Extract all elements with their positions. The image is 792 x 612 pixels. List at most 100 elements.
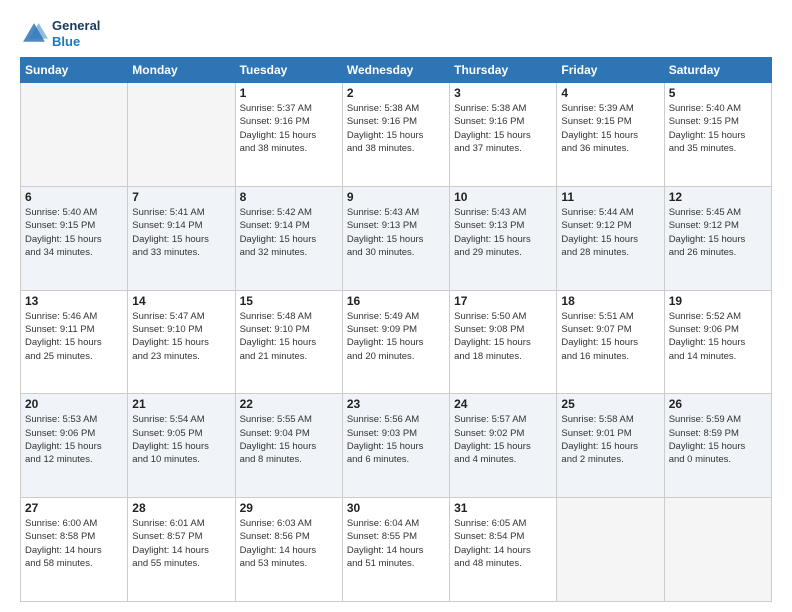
day-number: 6 (25, 190, 123, 204)
sunset-text: Sunset: 9:04 PM (240, 427, 338, 440)
sunset-text: Sunset: 9:14 PM (240, 219, 338, 232)
daylight-hours-text: Daylight: 15 hours (132, 440, 230, 453)
day-number: 11 (561, 190, 659, 204)
calendar-cell: 11Sunrise: 5:44 AMSunset: 9:12 PMDayligh… (557, 186, 664, 290)
sunset-text: Sunset: 9:08 PM (454, 323, 552, 336)
day-number: 26 (669, 397, 767, 411)
daylight-hours-text: Daylight: 15 hours (454, 129, 552, 142)
sunrise-text: Sunrise: 6:04 AM (347, 517, 445, 530)
daylight-minutes-text: and 0 minutes. (669, 453, 767, 466)
page: General Blue SundayMondayTuesdayWednesda… (0, 0, 792, 612)
day-number: 10 (454, 190, 552, 204)
sunrise-text: Sunrise: 5:55 AM (240, 413, 338, 426)
daylight-minutes-text: and 12 minutes. (25, 453, 123, 466)
sunset-text: Sunset: 9:01 PM (561, 427, 659, 440)
sunrise-text: Sunrise: 5:37 AM (240, 102, 338, 115)
sunset-text: Sunset: 9:15 PM (669, 115, 767, 128)
sunset-text: Sunset: 9:05 PM (132, 427, 230, 440)
daylight-minutes-text: and 53 minutes. (240, 557, 338, 570)
sunset-text: Sunset: 9:13 PM (347, 219, 445, 232)
day-number: 24 (454, 397, 552, 411)
sunset-text: Sunset: 8:59 PM (669, 427, 767, 440)
calendar-cell: 10Sunrise: 5:43 AMSunset: 9:13 PMDayligh… (450, 186, 557, 290)
day-number: 7 (132, 190, 230, 204)
day-number: 31 (454, 501, 552, 515)
calendar-cell: 8Sunrise: 5:42 AMSunset: 9:14 PMDaylight… (235, 186, 342, 290)
daylight-hours-text: Daylight: 14 hours (347, 544, 445, 557)
sunrise-text: Sunrise: 6:05 AM (454, 517, 552, 530)
logo-icon (20, 20, 48, 48)
sunrise-text: Sunrise: 5:54 AM (132, 413, 230, 426)
weekday-wednesday: Wednesday (342, 58, 449, 83)
daylight-hours-text: Daylight: 15 hours (25, 336, 123, 349)
sunrise-text: Sunrise: 5:38 AM (347, 102, 445, 115)
daylight-hours-text: Daylight: 15 hours (669, 129, 767, 142)
daylight-minutes-text: and 38 minutes. (240, 142, 338, 155)
day-number: 2 (347, 86, 445, 100)
daylight-hours-text: Daylight: 15 hours (240, 129, 338, 142)
sunrise-text: Sunrise: 5:58 AM (561, 413, 659, 426)
daylight-hours-text: Daylight: 15 hours (561, 440, 659, 453)
daylight-hours-text: Daylight: 15 hours (669, 233, 767, 246)
sunset-text: Sunset: 9:11 PM (25, 323, 123, 336)
sunrise-text: Sunrise: 5:57 AM (454, 413, 552, 426)
daylight-hours-text: Daylight: 15 hours (25, 440, 123, 453)
daylight-minutes-text: and 21 minutes. (240, 350, 338, 363)
daylight-hours-text: Daylight: 15 hours (347, 129, 445, 142)
calendar-cell: 22 Sunrise: 5:55 AMSunset: 9:04 PMDayligh… (235, 394, 342, 498)
calendar-cell: 13Sunrise: 5:46 AMSunset: 9:11 PMDayligh… (21, 290, 128, 394)
calendar-cell (557, 498, 664, 602)
sunrise-text: Sunrise: 5:43 AM (454, 206, 552, 219)
daylight-hours-text: Daylight: 15 hours (240, 233, 338, 246)
calendar-week-row: 20Sunrise: 5:53 AMSunset: 9:06 PMDayligh… (21, 394, 772, 498)
daylight-hours-text: Daylight: 15 hours (240, 336, 338, 349)
day-number: 22 (240, 397, 338, 411)
day-number: 20 (25, 397, 123, 411)
daylight-minutes-text: and 36 minutes. (561, 142, 659, 155)
sunrise-text: Sunrise: 5:59 AM (669, 413, 767, 426)
sunrise-text: Sunrise: 5:40 AM (25, 206, 123, 219)
daylight-hours-text: Daylight: 15 hours (347, 336, 445, 349)
daylight-minutes-text: and 58 minutes. (25, 557, 123, 570)
day-number: 19 (669, 294, 767, 308)
daylight-minutes-text: and 4 minutes. (454, 453, 552, 466)
daylight-minutes-text: and 10 minutes. (132, 453, 230, 466)
daylight-hours-text: Daylight: 15 hours (454, 336, 552, 349)
daylight-minutes-text: and 23 minutes. (132, 350, 230, 363)
sunrise-text: Sunrise: 5:51 AM (561, 310, 659, 323)
daylight-minutes-text: and 2 minutes. (561, 453, 659, 466)
calendar-cell: 21Sunrise: 5:54 AMSunset: 9:05 PMDayligh… (128, 394, 235, 498)
weekday-saturday: Saturday (664, 58, 771, 83)
daylight-minutes-text: and 37 minutes. (454, 142, 552, 155)
daylight-hours-text: Daylight: 15 hours (240, 440, 338, 453)
day-number: 25 (561, 397, 659, 411)
sunrise-text: Sunrise: 5:44 AM (561, 206, 659, 219)
sunset-text: Sunset: 8:57 PM (132, 530, 230, 543)
calendar-cell: 12Sunrise: 5:45 AMSunset: 9:12 PMDayligh… (664, 186, 771, 290)
calendar-cell: 30Sunrise: 6:04 AMSunset: 8:55 PMDayligh… (342, 498, 449, 602)
day-number: 3 (454, 86, 552, 100)
daylight-hours-text: Daylight: 14 hours (132, 544, 230, 557)
sunrise-text: Sunrise: 5:53 AM (25, 413, 123, 426)
daylight-minutes-text: and 34 minutes. (25, 246, 123, 259)
daylight-hours-text: Daylight: 15 hours (25, 233, 123, 246)
sunrise-text: Sunrise: 6:00 AM (25, 517, 123, 530)
daylight-hours-text: Daylight: 14 hours (240, 544, 338, 557)
day-number: 12 (669, 190, 767, 204)
daylight-minutes-text: and 33 minutes. (132, 246, 230, 259)
sunset-text: Sunset: 9:07 PM (561, 323, 659, 336)
weekday-sunday: Sunday (21, 58, 128, 83)
daylight-minutes-text: and 18 minutes. (454, 350, 552, 363)
day-number: 13 (25, 294, 123, 308)
sunset-text: Sunset: 9:03 PM (347, 427, 445, 440)
day-number: 5 (669, 86, 767, 100)
weekday-thursday: Thursday (450, 58, 557, 83)
sunset-text: Sunset: 9:16 PM (454, 115, 552, 128)
daylight-hours-text: Daylight: 15 hours (132, 233, 230, 246)
sunset-text: Sunset: 9:06 PM (25, 427, 123, 440)
sunrise-text: Sunrise: 5:40 AM (669, 102, 767, 115)
daylight-minutes-text: and 38 minutes. (347, 142, 445, 155)
daylight-hours-text: Daylight: 15 hours (454, 440, 552, 453)
logo: General Blue (20, 18, 100, 49)
sunset-text: Sunset: 9:06 PM (669, 323, 767, 336)
